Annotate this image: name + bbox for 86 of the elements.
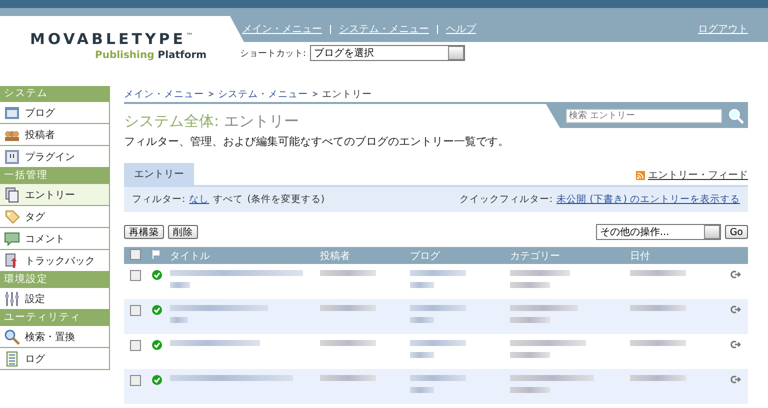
chevron-icon — [312, 91, 318, 97]
blurred-text — [630, 305, 686, 311]
blurred-text — [510, 317, 550, 323]
sidebar-item[interactable]: 検索・置換 — [0, 326, 110, 348]
blurred-text — [320, 270, 376, 276]
quick-filter-link[interactable]: 未公開 (下書き) のエントリーを表示する — [556, 193, 740, 206]
blurred-text — [410, 387, 434, 393]
breadcrumb-link[interactable]: システム・メニュー — [218, 88, 308, 100]
blurred-text — [510, 282, 550, 288]
row-checkbox[interactable] — [130, 270, 141, 281]
blurred-text — [510, 305, 578, 311]
quick-filter-label: クイックフィルター: — [459, 193, 553, 206]
rebuild-button[interactable]: 再構築 — [124, 225, 164, 239]
chevron-icon — [208, 91, 214, 97]
search-field[interactable]: 検索 エントリー — [566, 109, 722, 123]
go-button[interactable]: Go — [724, 225, 748, 239]
blurred-text — [410, 340, 466, 346]
view-icon[interactable] — [730, 340, 742, 349]
sidebar-item[interactable]: ログ — [0, 348, 110, 370]
select-all-checkbox[interactable] — [130, 248, 141, 260]
blurred-text — [410, 375, 466, 381]
row-checkbox[interactable] — [130, 340, 141, 351]
blurred-text — [630, 270, 686, 276]
blurred-text — [510, 352, 550, 358]
sidebar-heading: システム — [0, 86, 110, 102]
blurred-text — [410, 305, 466, 311]
tag-icon — [4, 208, 20, 224]
plugin-icon — [4, 148, 20, 164]
blurred-text — [630, 340, 686, 346]
sidebar-item[interactable]: エントリー — [0, 184, 110, 206]
page-title-scope: システム全体: — [124, 112, 220, 130]
logo-text: MOVABLETYPE — [30, 30, 186, 48]
sidebar-heading: 環境設定 — [0, 272, 110, 288]
trackback-icon — [4, 252, 20, 268]
blurred-text — [410, 270, 466, 276]
settings-icon — [4, 290, 20, 306]
delete-button[interactable]: 削除 — [168, 225, 198, 239]
blurred-text — [410, 282, 434, 288]
flag-icon — [152, 250, 160, 258]
breadcrumb-link[interactable]: メイン・メニュー — [124, 88, 204, 100]
sidebar-heading: 一括管理 — [0, 168, 110, 184]
page-title: エントリー — [224, 112, 299, 130]
blurred-text — [410, 352, 434, 358]
log-icon — [4, 350, 20, 366]
breadcrumb-current: エントリー — [322, 88, 372, 100]
sidebar-item[interactable]: ブログ — [0, 102, 110, 124]
sidebar-item[interactable]: コメント — [0, 228, 110, 250]
filter-text: すべて — [213, 193, 244, 206]
actions-select[interactable]: その他の操作... — [596, 224, 721, 240]
view-icon[interactable] — [730, 375, 742, 384]
view-icon[interactable] — [730, 305, 742, 314]
blurred-text — [510, 270, 570, 276]
page-description: フィルター、管理、および編集可能なすべてのブログのエントリー一覧です。 — [124, 134, 510, 149]
sidebar-item[interactable]: プラグイン — [0, 146, 110, 168]
search-icon[interactable] — [728, 108, 744, 124]
blurred-text — [410, 317, 434, 323]
blurred-text — [320, 340, 376, 346]
view-icon[interactable] — [730, 270, 742, 279]
logo-subtitle: Platform — [158, 50, 207, 61]
sidebar-item[interactable]: タグ — [0, 206, 110, 228]
filter-change-text: (条件を変更する) — [247, 193, 325, 206]
blurred-text — [170, 317, 188, 323]
search-icon — [4, 328, 20, 344]
filter-label: フィルター: — [132, 193, 186, 206]
sidebar-item[interactable]: 設定 — [0, 288, 110, 310]
blurred-text — [630, 375, 686, 381]
entry-icon — [4, 186, 20, 202]
blurred-text — [510, 387, 550, 393]
blog-select[interactable]: ブログを選択 — [310, 45, 466, 61]
blurred-text — [320, 375, 376, 381]
trademark: ™ — [186, 32, 194, 40]
blurred-text — [320, 305, 376, 311]
comment-icon — [4, 230, 20, 246]
blog-icon — [4, 104, 20, 120]
row-checkbox[interactable] — [130, 305, 141, 316]
sidebar-heading: ユーティリティ — [0, 310, 110, 326]
entries-tab[interactable]: エントリー — [124, 163, 194, 185]
row-checkbox[interactable] — [130, 375, 141, 386]
filter-link[interactable]: なし — [189, 193, 210, 206]
rss-icon — [636, 170, 645, 180]
blurred-text — [170, 282, 190, 288]
sidebar-item[interactable]: トラックバック — [0, 250, 110, 272]
logo-subtitle: Publishing — [95, 50, 154, 61]
sidebar-item[interactable]: 投稿者 — [0, 124, 110, 146]
feed-link[interactable]: エントリー・フィード — [648, 168, 748, 182]
shortcut-label: ショートカット: — [240, 48, 306, 60]
